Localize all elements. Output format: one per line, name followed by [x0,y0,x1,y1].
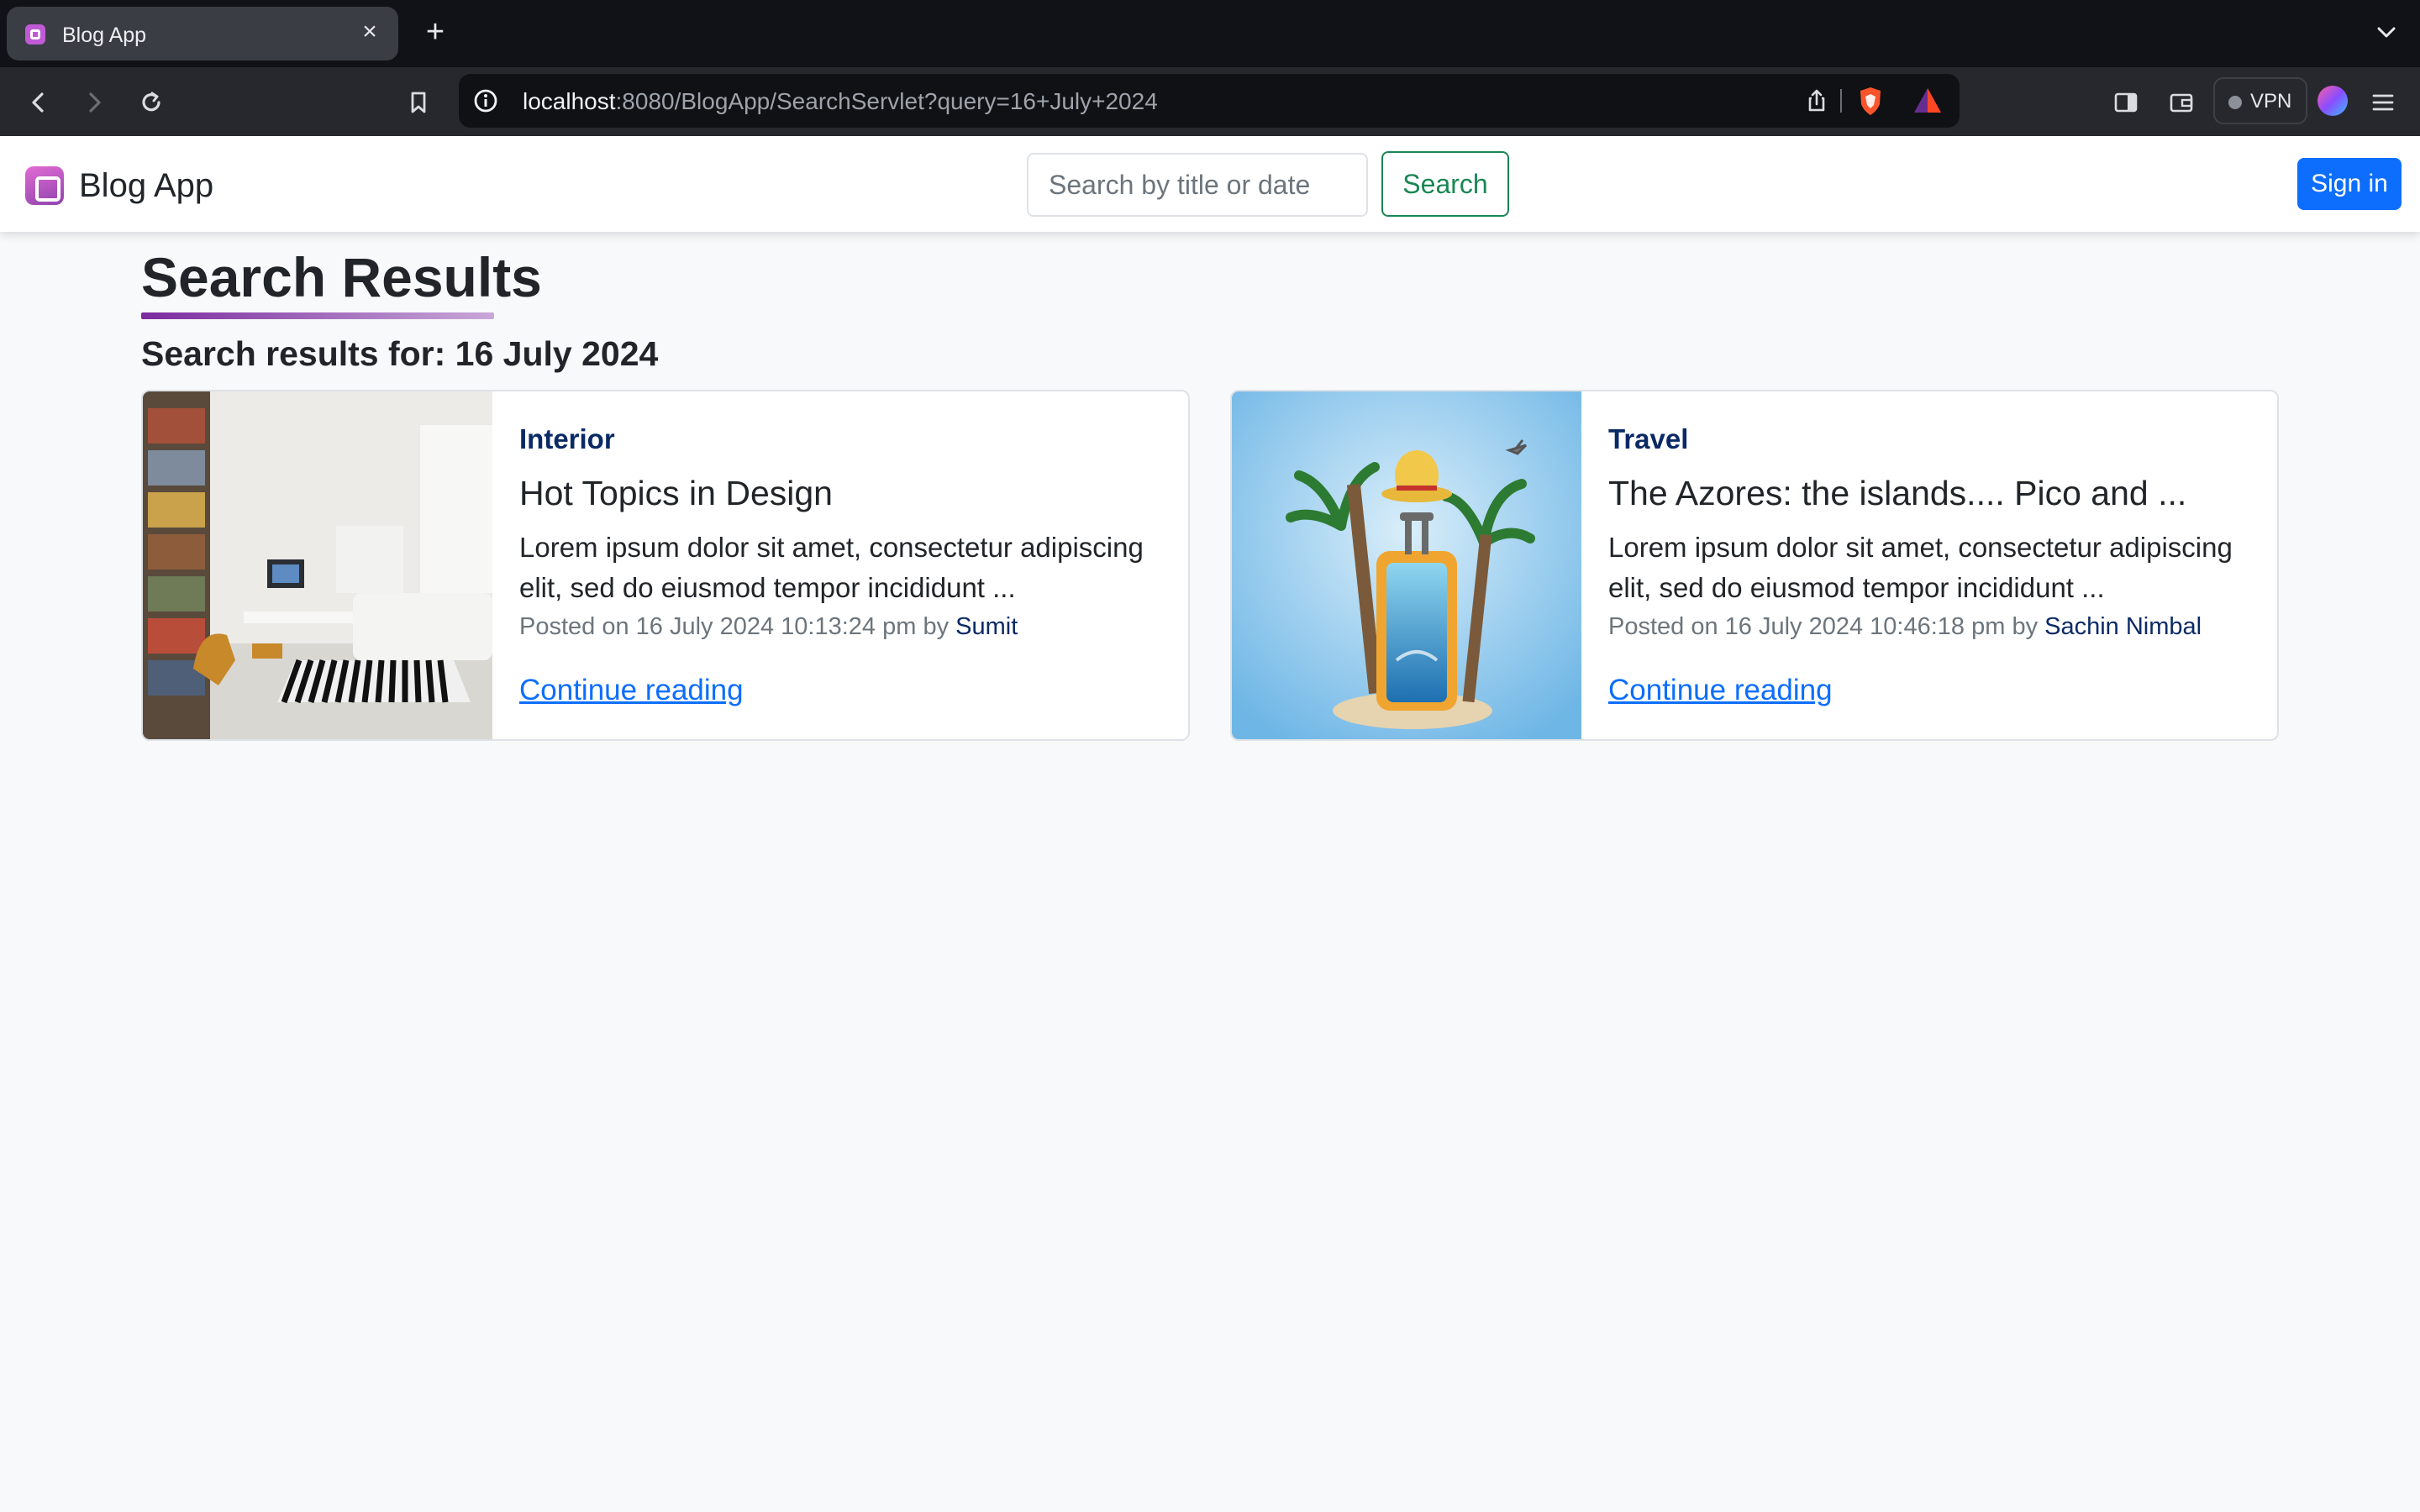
post-thumbnail-interior[interactable] [143,391,492,739]
tab-title: Blog App [62,24,147,47]
tab-close-icon[interactable]: × [353,15,387,49]
tab-list-chevron-down-icon[interactable] [2371,17,2402,47]
post-category: Interior [519,423,615,454]
blogger-favicon-icon [25,24,45,45]
brand-name: Blog App [79,166,214,204]
browser-toolbar: localhost:8080/BlogApp/SearchServlet?que… [0,67,2420,136]
url-text[interactable]: localhost:8080/BlogApp/SearchServlet?que… [523,88,1158,115]
new-tab-plus-icon[interactable]: + [417,13,454,50]
sidebar-icon[interactable] [2107,84,2144,121]
reload-icon[interactable] [133,84,170,121]
post-card: Travel The Azores: the islands.... Pico … [1230,390,2279,741]
post-date: Posted on 16 July 2024 10:46:18 pm by [1608,613,2045,640]
results-for-heading: Search results for: 16 July 2024 [141,334,659,373]
wallet-icon[interactable] [2163,84,2200,121]
site-info-icon[interactable] [471,86,501,116]
browser-tab-active[interactable]: Blog App × [7,7,398,60]
profile-avatar-icon[interactable] [2317,86,2348,116]
post-title: The Azores: the islands.... Pico and ... [1608,474,2187,512]
address-bar[interactable]: localhost:8080/BlogApp/SearchServlet?que… [459,74,1960,128]
forward-arrow-icon[interactable] [76,84,113,121]
post-author[interactable]: Sachin Nimbal [2044,613,2202,640]
post-thumbnail-travel[interactable] [1232,391,1581,739]
brave-shield-icon[interactable] [1854,84,1887,118]
search-button[interactable]: Search [1381,151,1509,217]
bookmark-icon[interactable] [400,84,437,121]
hamburger-menu-icon[interactable] [2365,84,2402,121]
post-meta: Posted on 16 July 2024 10:46:18 pm by Sa… [1608,613,2202,641]
vpn-label: VPN [2250,90,2292,113]
vpn-button[interactable]: VPN [2213,77,2307,124]
address-bar-divider [1840,89,1842,113]
post-meta: Posted on 16 July 2024 10:13:24 pm by Su… [519,613,1018,641]
post-card: Interior Hot Topics in Design Lorem ipsu… [141,390,1190,741]
post-excerpt: Lorem ipsum dolor sit amet, consectetur … [519,532,1144,603]
url-path: :8080/BlogApp/SearchServlet?query=16+Jul… [615,88,1158,114]
sign-in-button[interactable]: Sign in [2297,158,2402,210]
post-author[interactable]: Sumit [955,613,1018,640]
continue-reading-link[interactable]: Continue reading [1608,674,1833,707]
brand-link[interactable]: Blog App [25,166,213,205]
blogger-logo-icon [25,166,64,205]
post-category: Travel [1608,423,1689,454]
vpn-status-dot [2228,96,2242,109]
post-title: Hot Topics in Design [519,474,833,512]
post-date: Posted on 16 July 2024 10:13:24 pm by [519,613,956,640]
browser-tab-strip: Blog App × + [0,0,2420,67]
search-input[interactable] [1027,153,1368,217]
url-host: localhost [523,88,616,114]
page-title: Search Results [141,246,542,308]
brave-rewards-icon[interactable] [1911,84,1944,118]
title-underline [141,312,494,319]
post-excerpt: Lorem ipsum dolor sit amet, consectetur … [1608,532,2233,603]
share-icon[interactable] [1802,86,1832,116]
continue-reading-link[interactable]: Continue reading [519,674,744,707]
back-arrow-icon[interactable] [20,84,57,121]
site-navbar: Blog App Search Sign in [0,136,2420,232]
